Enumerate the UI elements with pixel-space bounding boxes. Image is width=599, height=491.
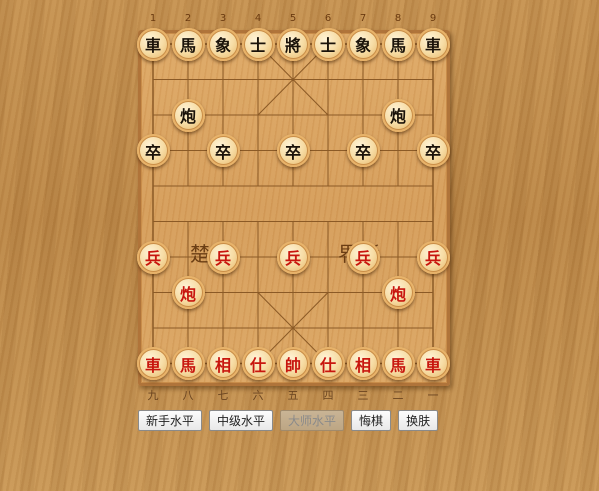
board-grid xyxy=(152,43,434,365)
piece-label: 炮 xyxy=(389,284,406,304)
column-number: 5 xyxy=(289,13,297,24)
piece-label: 卒 xyxy=(144,142,161,162)
red-piece[interactable]: 馬 xyxy=(381,347,415,380)
black-piece[interactable]: 士 xyxy=(241,27,275,61)
red-piece[interactable]: 車 xyxy=(136,347,170,380)
black-piece[interactable]: 馬 xyxy=(171,27,205,61)
piece-label: 兵 xyxy=(214,249,231,268)
piece-label: 象 xyxy=(354,36,371,55)
red-piece[interactable]: 馬 xyxy=(171,347,205,380)
column-label: 六 xyxy=(252,389,264,402)
red-piece[interactable]: 兵 xyxy=(416,240,450,274)
black-piece[interactable]: 象 xyxy=(206,27,240,61)
piece-label: 將 xyxy=(284,36,301,55)
column-number: 7 xyxy=(359,13,367,24)
intermediate-level-button[interactable]: 中级水平 xyxy=(209,410,274,431)
red-piece[interactable]: 炮 xyxy=(171,276,205,309)
control-buttons: 新手水平 中级水平 大师水平 悔棋 换肤 xyxy=(138,410,439,431)
red-piece[interactable]: 車 xyxy=(416,347,450,380)
column-number: 6 xyxy=(324,13,332,24)
red-piece[interactable]: 兵 xyxy=(276,240,310,274)
piece-label: 象 xyxy=(214,36,231,55)
black-piece[interactable]: 將 xyxy=(276,27,310,61)
piece-label: 仕 xyxy=(319,355,336,375)
red-piece[interactable]: 帥 xyxy=(276,347,310,380)
red-piece[interactable]: 兵 xyxy=(136,240,170,274)
piece-label: 車 xyxy=(424,355,441,375)
black-piece[interactable]: 車 xyxy=(416,27,450,61)
piece-label: 士 xyxy=(319,36,336,55)
red-piece[interactable]: 兵 xyxy=(206,240,240,274)
piece-label: 卒 xyxy=(354,142,371,162)
red-piece[interactable]: 仕 xyxy=(311,347,345,380)
column-label: 二 xyxy=(392,389,404,402)
black-piece[interactable]: 士 xyxy=(311,27,345,61)
black-piece[interactable]: 炮 xyxy=(381,98,415,132)
red-piece[interactable]: 兵 xyxy=(346,240,380,274)
piece-label: 仕 xyxy=(249,355,266,375)
change-skin-button[interactable]: 换肤 xyxy=(398,410,439,431)
column-label: 七 xyxy=(217,389,229,402)
column-label: 八 xyxy=(182,389,194,402)
column-number: 4 xyxy=(254,13,262,24)
black-piece[interactable]: 車 xyxy=(136,27,170,61)
black-piece[interactable]: 卒 xyxy=(136,134,170,167)
black-piece[interactable]: 卒 xyxy=(276,134,310,167)
piece-label: 士 xyxy=(249,36,266,55)
black-piece[interactable]: 象 xyxy=(346,27,380,61)
column-label: 一 xyxy=(427,389,439,402)
column-number: 8 xyxy=(394,13,402,24)
column-number: 9 xyxy=(429,13,437,24)
piece-label: 卒 xyxy=(424,142,441,162)
black-piece[interactable]: 炮 xyxy=(171,98,205,132)
column-label: 四 xyxy=(322,389,334,402)
column-number: 3 xyxy=(219,13,227,24)
column-number: 1 xyxy=(149,13,157,24)
piece-label: 兵 xyxy=(424,249,441,268)
piece-label: 車 xyxy=(144,355,161,375)
piece-label: 馬 xyxy=(179,36,196,55)
red-piece[interactable]: 炮 xyxy=(381,276,415,309)
piece-label: 兵 xyxy=(354,249,371,268)
red-piece[interactable]: 相 xyxy=(346,347,380,380)
column-label: 九 xyxy=(147,389,159,402)
beginner-level-button[interactable]: 新手水平 xyxy=(138,410,203,431)
column-label: 三 xyxy=(357,389,369,402)
piece-label: 相 xyxy=(354,355,371,375)
piece-label: 兵 xyxy=(144,249,161,268)
piece-label: 馬 xyxy=(389,355,406,375)
piece-label: 車 xyxy=(144,36,161,55)
column-number: 2 xyxy=(184,13,192,24)
piece-label: 馬 xyxy=(179,355,196,375)
black-piece[interactable]: 卒 xyxy=(206,134,240,167)
piece-label: 炮 xyxy=(179,107,196,126)
piece-label: 炮 xyxy=(389,107,406,126)
red-piece[interactable]: 相 xyxy=(206,347,240,380)
piece-label: 兵 xyxy=(284,249,301,268)
piece-label: 帥 xyxy=(284,355,301,375)
black-piece[interactable]: 馬 xyxy=(381,27,415,61)
black-piece[interactable]: 卒 xyxy=(346,134,380,167)
black-piece[interactable]: 卒 xyxy=(416,134,450,167)
piece-label: 相 xyxy=(214,355,231,375)
piece-label: 馬 xyxy=(389,36,406,55)
piece-label: 卒 xyxy=(214,142,231,162)
xiangqi-board[interactable]: 楚河 汉界 xyxy=(138,30,450,386)
column-label: 五 xyxy=(287,389,299,402)
piece-label: 車 xyxy=(424,36,441,55)
red-piece[interactable]: 仕 xyxy=(241,347,275,380)
master-level-button: 大师水平 xyxy=(280,410,345,431)
piece-label: 炮 xyxy=(179,284,196,304)
piece-label: 卒 xyxy=(284,142,301,162)
undo-button[interactable]: 悔棋 xyxy=(351,410,392,431)
